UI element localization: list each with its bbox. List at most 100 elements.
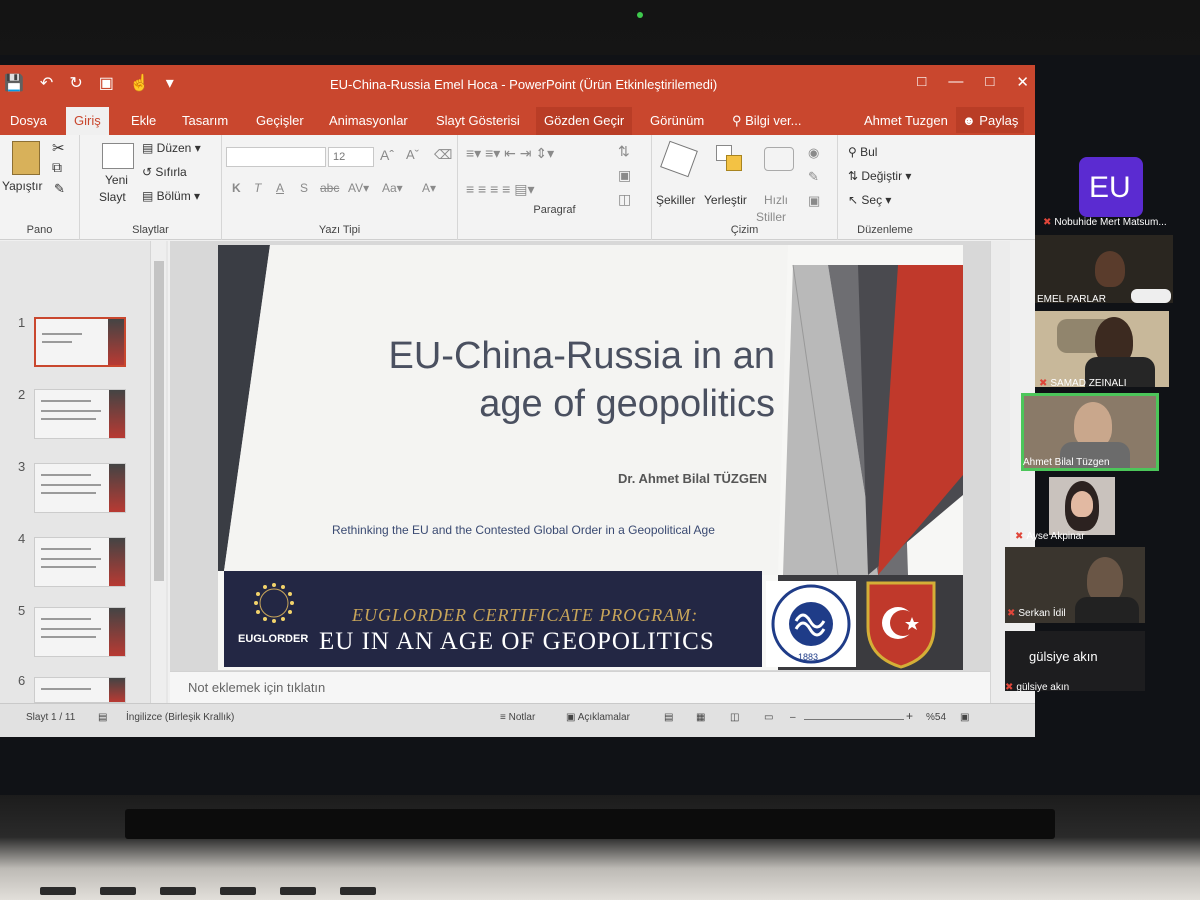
font-shrink-icon[interactable]: Aˇ bbox=[406, 147, 419, 162]
format-painter-icon[interactable]: ✎ bbox=[54, 181, 65, 197]
cut-icon[interactable]: ✂ bbox=[52, 139, 65, 157]
paste-icon[interactable] bbox=[12, 141, 40, 175]
underline-button[interactable]: A bbox=[276, 181, 284, 195]
text-direction-icon[interactable]: ⇅ bbox=[618, 143, 630, 160]
bold-button[interactable]: K bbox=[232, 181, 241, 195]
tab-animasyonlar[interactable]: Animasyonlar bbox=[329, 113, 408, 128]
zoom-in-icon[interactable]: + bbox=[906, 709, 913, 723]
select-button[interactable]: ↖ Seç ▾ bbox=[848, 193, 891, 207]
shape-effects-icon[interactable]: ▣ bbox=[808, 193, 820, 209]
find-button[interactable]: ⚲ Bul bbox=[848, 145, 877, 159]
scrollbar-thumb[interactable] bbox=[154, 261, 164, 581]
thumbnail-scrollbar[interactable] bbox=[150, 241, 166, 703]
align-text-icon[interactable]: ▣ bbox=[618, 167, 631, 184]
slide-thumbnail-1[interactable] bbox=[34, 317, 126, 367]
slide-thumbnail-6[interactable] bbox=[34, 677, 126, 703]
normal-view-icon[interactable]: ▤ bbox=[664, 712, 673, 723]
reading-view-icon[interactable]: ◫ bbox=[730, 712, 739, 723]
font-grow-icon[interactable]: Aˆ bbox=[380, 147, 394, 163]
slide-thumbnail-2[interactable] bbox=[34, 389, 126, 439]
laptop-screen: 💾 ↶ ↻ ▣ ☝ ▾ EU-China-Russia Emel Hoca - … bbox=[0, 55, 1200, 795]
participant-video-samad[interactable] bbox=[1035, 311, 1169, 387]
shapes-button[interactable]: Şekiller bbox=[656, 193, 695, 207]
zoom-slider[interactable] bbox=[804, 719, 904, 720]
muted-mic-icon: ✖ bbox=[1043, 217, 1052, 228]
arrange-button[interactable]: Yerleştir bbox=[704, 193, 747, 207]
save-icon[interactable]: 💾 bbox=[4, 73, 24, 93]
customize-qat-icon[interactable]: ▾ bbox=[166, 73, 174, 93]
layout-button[interactable]: ▤ Düzen ▾ bbox=[142, 141, 201, 155]
quick-styles-label1[interactable]: Hızlı bbox=[764, 193, 788, 207]
participant-video-emel[interactable] bbox=[1035, 235, 1173, 303]
ribbon-display-icon[interactable]: □ bbox=[917, 73, 926, 91]
shape-outline-icon[interactable]: ✎ bbox=[808, 169, 819, 185]
tab-gecisler[interactable]: Geçişler bbox=[256, 113, 304, 128]
slide-thumbnail-3[interactable] bbox=[34, 463, 126, 513]
quick-styles-icon[interactable] bbox=[764, 147, 794, 171]
slide-thumbnail-5[interactable] bbox=[34, 607, 126, 657]
tab-slayt-gosterisi[interactable]: Slayt Gösterisi bbox=[436, 113, 520, 128]
quick-styles-label2[interactable]: Stiller bbox=[756, 210, 786, 224]
slide-subtitle[interactable]: Rethinking the EU and the Contested Glob… bbox=[332, 523, 715, 537]
bullets-icon[interactable]: ≡▾ ≡▾ ⇤ ⇥ ⇕▾ bbox=[466, 145, 554, 162]
comments-toggle[interactable]: ▣ Açıklamalar bbox=[566, 712, 630, 723]
new-slide-label2[interactable]: Slayt bbox=[99, 190, 126, 204]
font-name-box[interactable] bbox=[226, 147, 326, 167]
tab-giris[interactable]: Giriş bbox=[66, 107, 109, 135]
zoom-level[interactable]: %54 bbox=[926, 712, 946, 723]
marmara-university-logo: 1883 bbox=[766, 581, 856, 667]
close-icon[interactable]: ✕ bbox=[1016, 73, 1029, 91]
tab-gorunum[interactable]: Görünüm bbox=[650, 113, 704, 128]
maximize-icon[interactable]: □ bbox=[985, 73, 994, 91]
strike-button[interactable]: abc bbox=[320, 181, 339, 195]
new-slide-icon[interactable] bbox=[102, 143, 134, 169]
align-icons[interactable]: ≡ ≡ ≡ ≡ ▤▾ bbox=[466, 181, 535, 198]
tell-me-box[interactable]: ⚲ Bilgi ver... bbox=[732, 113, 802, 129]
shapes-icon[interactable] bbox=[660, 140, 698, 178]
slideshow-view-icon[interactable]: ▭ bbox=[764, 712, 773, 723]
slide-author[interactable]: Dr. Ahmet Bilal TÜZGEN bbox=[618, 471, 767, 486]
font-size-box[interactable]: 12 bbox=[328, 147, 374, 167]
font-color-icon[interactable]: A▾ bbox=[422, 181, 436, 195]
arrange-icon[interactable] bbox=[716, 145, 744, 173]
slide-thumbnail-4[interactable] bbox=[34, 537, 126, 587]
minimize-icon[interactable]: — bbox=[948, 73, 963, 91]
participant-avatar[interactable]: EU bbox=[1079, 157, 1143, 217]
replace-button[interactable]: ⇅ Değiştir ▾ bbox=[848, 169, 911, 183]
tab-dosya[interactable]: Dosya bbox=[10, 113, 47, 128]
replace-label: Değiştir bbox=[861, 169, 903, 183]
copy-icon[interactable]: ⧉ bbox=[52, 159, 62, 176]
participant-video-ayse[interactable] bbox=[1049, 477, 1115, 535]
tab-gozden-gecir[interactable]: Gözden Geçir bbox=[536, 107, 633, 135]
presenter-icon[interactable]: ▣ bbox=[99, 73, 114, 93]
section-button[interactable]: ▤ Bölüm ▾ bbox=[142, 189, 200, 203]
spellcheck-icon[interactable]: ▤ bbox=[98, 712, 107, 723]
italic-button[interactable]: T bbox=[254, 181, 261, 195]
current-slide[interactable]: EU-China-Russia in an age of geopolitics… bbox=[218, 245, 963, 670]
char-spacing-icon[interactable]: AV▾ bbox=[348, 181, 369, 195]
tab-ekle[interactable]: Ekle bbox=[131, 113, 156, 128]
paste-button[interactable]: Yapıştır bbox=[2, 179, 42, 193]
share-button[interactable]: ☻ Paylaş bbox=[956, 107, 1025, 133]
touch-mode-icon[interactable]: ☝ bbox=[130, 73, 150, 93]
user-name[interactable]: Ahmet Tuzgen bbox=[864, 113, 948, 128]
notes-pane[interactable]: Not eklemek için tıklatın bbox=[170, 671, 990, 703]
undo-icon[interactable]: ↶ bbox=[40, 73, 53, 93]
zoom-out-icon[interactable]: – bbox=[790, 712, 796, 723]
fit-slide-icon[interactable]: ▣ bbox=[960, 712, 969, 723]
change-case-icon[interactable]: Aa▾ bbox=[382, 181, 403, 195]
slide-title-line2: age of geopolitics bbox=[479, 383, 775, 425]
language-status[interactable]: İngilizce (Birleşik Krallık) bbox=[126, 712, 234, 723]
redo-icon[interactable]: ↻ bbox=[69, 73, 82, 93]
new-slide-label1[interactable]: Yeni bbox=[105, 173, 128, 187]
shadow-button[interactable]: S bbox=[300, 181, 308, 195]
sorter-view-icon[interactable]: ▦ bbox=[696, 712, 705, 723]
keyboard-key bbox=[280, 887, 316, 895]
shape-fill-icon[interactable]: ◉ bbox=[808, 145, 819, 161]
keyboard-key bbox=[340, 887, 376, 895]
reset-button[interactable]: ↺ Sıfırla bbox=[142, 165, 187, 179]
tab-tasarim[interactable]: Tasarım bbox=[182, 113, 228, 128]
slide-title[interactable]: EU-China-Russia in an age of geopolitics bbox=[355, 332, 776, 428]
clear-format-icon[interactable]: ⌫ bbox=[434, 147, 452, 163]
notes-toggle[interactable]: ≡ Notlar bbox=[500, 712, 535, 723]
